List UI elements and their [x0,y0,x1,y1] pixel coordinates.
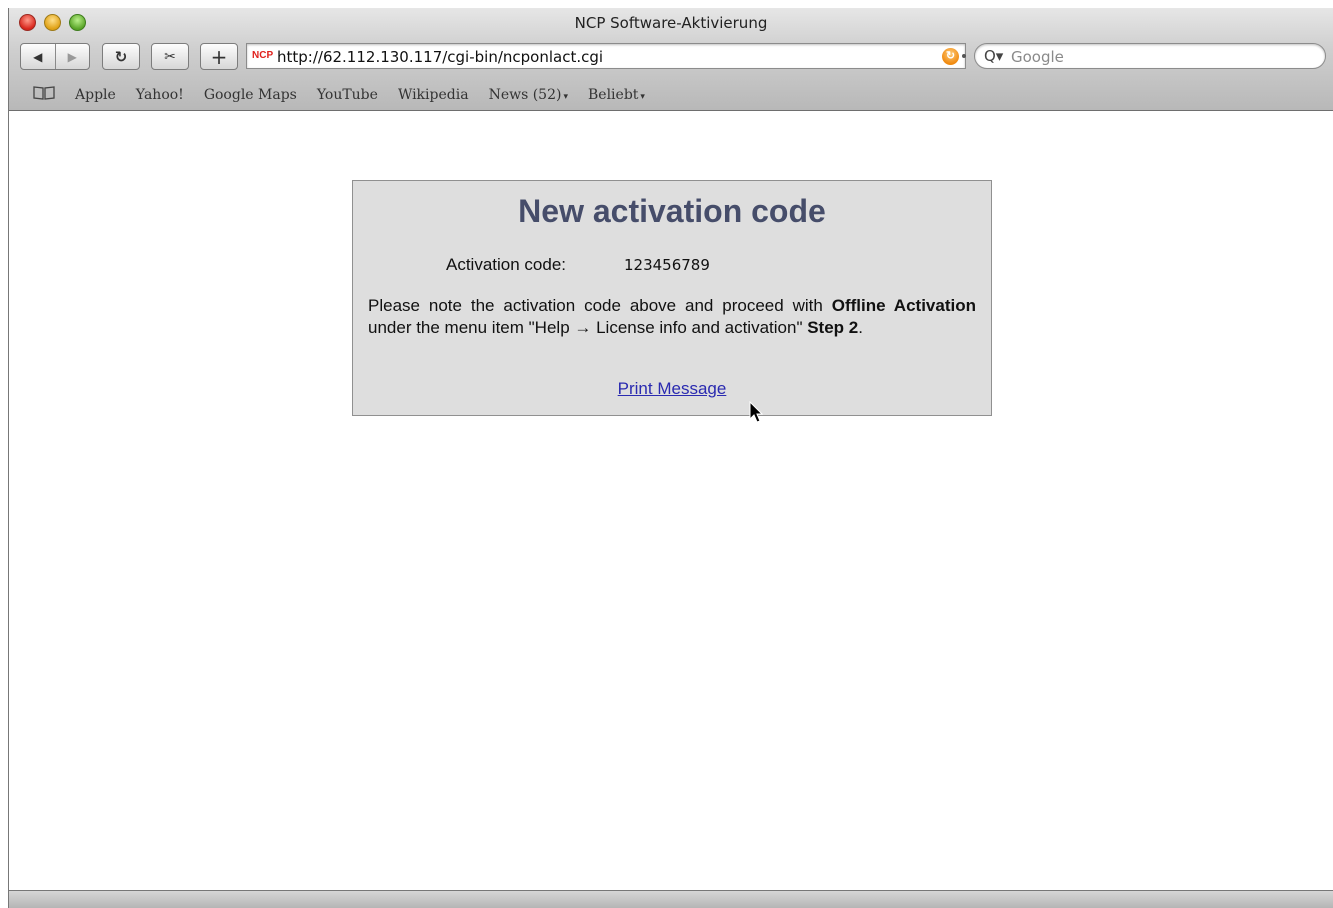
rss-icon[interactable]: ↻ [942,48,959,65]
add-bookmark-icon: + [210,44,228,69]
instructions-part1: Please note the activation code above an… [368,296,832,315]
instructions-part2: under the menu item "Help → License info… [368,318,808,337]
chevron-down-icon: ▾ [563,92,568,102]
reload-icon: ↻ [114,47,128,66]
cursor-icon [749,401,764,423]
print-link-row: Print Message [353,379,991,399]
book-icon-svg [33,86,55,100]
back-icon[interactable]: ◀ [21,50,55,64]
site-favicon: NCP [252,50,274,61]
bookmark-folder-beliebt-label: Beliebt [588,87,639,103]
bookmark-yahoo[interactable]: Yahoo! [136,87,184,103]
snip-button[interactable]: ✂ [151,43,189,70]
bookmarks-book-icon[interactable] [33,86,55,104]
instructions-part3: . [858,318,863,337]
page-content: New activation code Activation code: 1234… [9,111,1333,891]
address-input[interactable]: http://62.112.130.117/cgi-bin/ncponlact.… [277,48,603,66]
activation-panel: New activation code Activation code: 1234… [352,180,992,416]
activation-code-row: Activation code: 123456789 [446,255,710,275]
bookmark-folder-beliebt[interactable]: Beliebt ▾ [588,87,645,103]
back-forward-buttons: ◀ ▶ [20,43,90,70]
bookmark-folder-news[interactable]: News (52) ▾ [489,87,568,103]
search-icon[interactable]: Q▾ [984,47,1003,65]
status-bar [9,890,1333,908]
activation-code-label: Activation code: [446,255,567,274]
bookmark-wikipedia[interactable]: Wikipedia [398,87,469,103]
print-message-link[interactable]: Print Message [618,379,727,398]
browser-window: NCP Software-Aktivierung ◀ ▶ ↻ ✂ + NCP h… [8,8,1333,908]
forward-icon[interactable]: ▶ [56,50,90,64]
window-title: NCP Software-Aktivierung [574,14,768,32]
instructions-bold-step: Step 2 [807,318,859,337]
search-field[interactable]: Q▾ Google [974,43,1326,69]
address-bar[interactable]: NCP http://62.112.130.117/cgi-bin/ncponl… [246,43,966,69]
bookmark-google-maps[interactable]: Google Maps [204,87,297,103]
add-bookmark-button[interactable]: + [200,43,238,70]
bookmarks-bar: Apple Yahoo! Google Maps YouTube Wikiped… [9,81,1333,109]
reload-button[interactable]: ↻ [102,43,140,70]
bookmark-apple[interactable]: Apple [75,87,116,103]
titlebar: NCP Software-Aktivierung ◀ ▶ ↻ ✂ + NCP h… [9,8,1333,111]
page-title: New activation code [518,193,826,229]
search-input[interactable]: Google [1011,48,1064,66]
bookmark-youtube[interactable]: YouTube [317,87,378,103]
toolbar-resize-handle[interactable] [962,54,966,58]
bookmark-folder-news-label: News (52) [488,87,562,103]
snip-icon: ✂ [164,48,176,65]
activation-code-value: 123456789 [624,256,710,274]
chevron-down-icon: ▾ [640,92,645,102]
instructions-text: Please note the activation code above an… [368,295,976,339]
instructions-bold-offline: Offline Activation [831,296,976,315]
